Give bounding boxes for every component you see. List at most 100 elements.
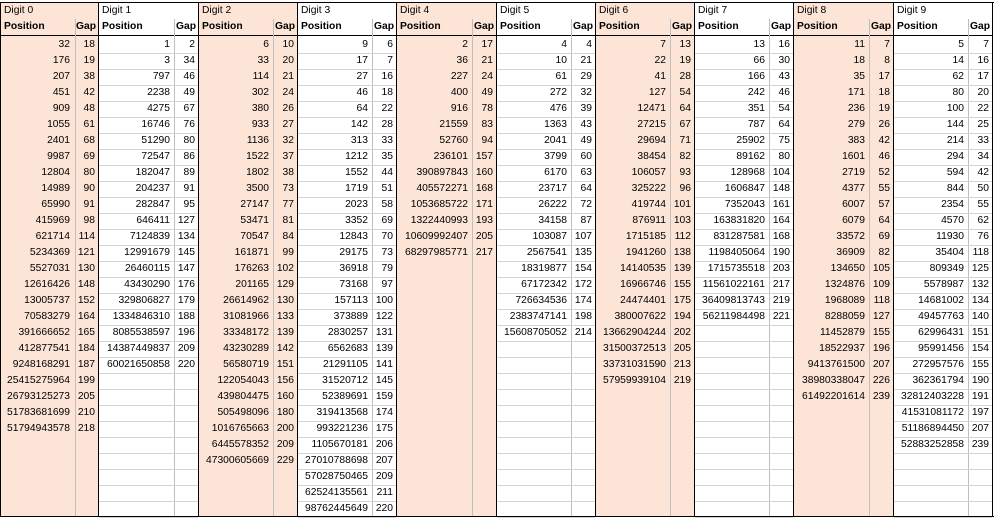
- position-cell: 51290: [141, 135, 170, 146]
- table-row: 1802 38: [199, 165, 297, 181]
- position-cell: 14989: [41, 183, 70, 194]
- gap-cell: 159: [375, 391, 393, 402]
- position-cell: 214: [946, 135, 964, 146]
- table-row: 32812403228 191: [894, 389, 992, 406]
- position-cell: 70583279: [24, 311, 70, 322]
- table-row: 56580719 151: [199, 357, 297, 373]
- position-cell: 313: [350, 135, 368, 146]
- table-row: 7124839 134: [99, 229, 198, 246]
- table-row: 419744 101: [596, 197, 694, 213]
- position-cell: 52883252858: [901, 439, 964, 450]
- gap-cell: 2: [189, 39, 195, 50]
- position-cell: 176263: [234, 263, 269, 274]
- gap-cell: 161: [772, 199, 790, 210]
- position-cell: 1053685722: [410, 199, 468, 210]
- position-cell: 161871: [234, 247, 269, 258]
- position-cell: 67172342: [521, 279, 567, 290]
- gap-cell: 217: [475, 247, 493, 258]
- position-cell: 122054043: [217, 375, 269, 386]
- table-row: [397, 405, 496, 421]
- position-cell: 2567541: [526, 247, 567, 258]
- gap-cell: 54: [679, 87, 691, 98]
- gap-cell: 26: [282, 103, 294, 114]
- table-row: [199, 469, 297, 485]
- position-cell: 27010788698: [305, 455, 368, 466]
- table-row: [497, 389, 595, 406]
- gap-cell: 98: [83, 215, 95, 226]
- table-row: 57028750465 209: [298, 469, 396, 486]
- digit-title: Digit 7: [698, 5, 728, 16]
- table-row: [695, 501, 793, 518]
- table-row: 6079 64: [794, 213, 893, 229]
- table-row: 53471 81: [199, 213, 297, 229]
- table-row: 11 7: [794, 37, 893, 53]
- position-cell: 14387449837: [107, 343, 170, 354]
- table-row: 916 78: [397, 101, 496, 117]
- table-row: 5527031 130: [1, 261, 98, 277]
- position-cell: 1522: [246, 151, 269, 162]
- table-row: 27 16: [298, 69, 396, 86]
- position-cell: 2238: [147, 87, 170, 98]
- gap-cell: 152: [77, 295, 95, 306]
- gap-cell: 202: [673, 327, 691, 338]
- gap-cell: 20: [282, 55, 294, 66]
- position-cell: 412877541: [18, 343, 70, 354]
- position-cell: 2830257: [327, 327, 368, 338]
- table-row: 26793125273 205: [1, 389, 98, 405]
- position-cell: 36909: [836, 247, 865, 258]
- gap-cell: 168: [475, 183, 493, 194]
- digit-title: Digit 6: [599, 5, 629, 16]
- table-row: 3500 73: [199, 181, 297, 197]
- table-row: 142 28: [298, 117, 396, 134]
- digit-group-2: Digit 2 Position Gap 6 10 33 20 114 21 302 24 380 26…: [199, 2, 298, 517]
- gap-cell: 198: [574, 311, 592, 322]
- position-cell: 916: [450, 103, 468, 114]
- gap-cell: 95: [183, 199, 195, 210]
- gap-cell: 46: [778, 87, 790, 98]
- position-cell: 35404: [935, 247, 964, 258]
- position-cell: 7124839: [129, 231, 170, 242]
- digit-group-5: Digit 5 Position Gap 4 4 10 21 61 29 272 32 476 39 13…: [497, 2, 596, 518]
- table-row: 144 25: [894, 117, 992, 134]
- gap-cell: 155: [673, 279, 691, 290]
- gap-cell: 81: [282, 215, 294, 226]
- gap-cell: 211: [376, 487, 393, 498]
- table-row: [695, 373, 793, 390]
- position-cell: 3: [164, 55, 170, 66]
- gap-cell: 64: [580, 183, 592, 194]
- table-row: [894, 485, 992, 502]
- position-cell: 909: [52, 103, 70, 114]
- digit-title: Digit 8: [797, 5, 827, 16]
- table-row: [794, 501, 893, 517]
- gap-cell: 28: [679, 71, 691, 82]
- gap-cell: 21: [580, 55, 592, 66]
- gap-header: Gap: [75, 21, 96, 32]
- gap-cell: 138: [673, 247, 691, 258]
- table-row: 2354 55: [894, 197, 992, 214]
- table-row: [397, 437, 496, 453]
- position-cell: 1136: [246, 135, 269, 146]
- table-row: 272 32: [497, 85, 595, 102]
- gap-cell: 206: [375, 439, 393, 450]
- table-row: [497, 373, 595, 390]
- gap-cell: 70: [381, 231, 393, 242]
- digit-group-8: Digit 8 Position Gap 11 7 18 8 35 17 171 18 236 19 27…: [794, 2, 894, 517]
- gap-cell: 148: [772, 183, 790, 194]
- table-row: 163831820 164: [695, 213, 793, 230]
- position-cell: 279: [847, 119, 865, 130]
- table-row: 2567541 135: [497, 245, 595, 262]
- position-cell: 4377: [842, 183, 865, 194]
- gap-cell: 35: [381, 151, 393, 162]
- position-cell: 272957576: [912, 359, 964, 370]
- table-row: 56211984498 221: [695, 309, 793, 326]
- position-cell: 4275: [147, 103, 170, 114]
- gap-cell: 7: [884, 39, 890, 50]
- position-cell: 6445578352: [211, 439, 269, 450]
- table-row: 100 22: [894, 101, 992, 118]
- table-row: 3352 69: [298, 213, 396, 230]
- gap-cell: 132: [971, 279, 989, 290]
- table-row: [1, 469, 98, 485]
- table-row: 32 18: [1, 37, 98, 53]
- position-cell: 6007: [842, 199, 865, 210]
- position-cell: 106057: [631, 167, 666, 178]
